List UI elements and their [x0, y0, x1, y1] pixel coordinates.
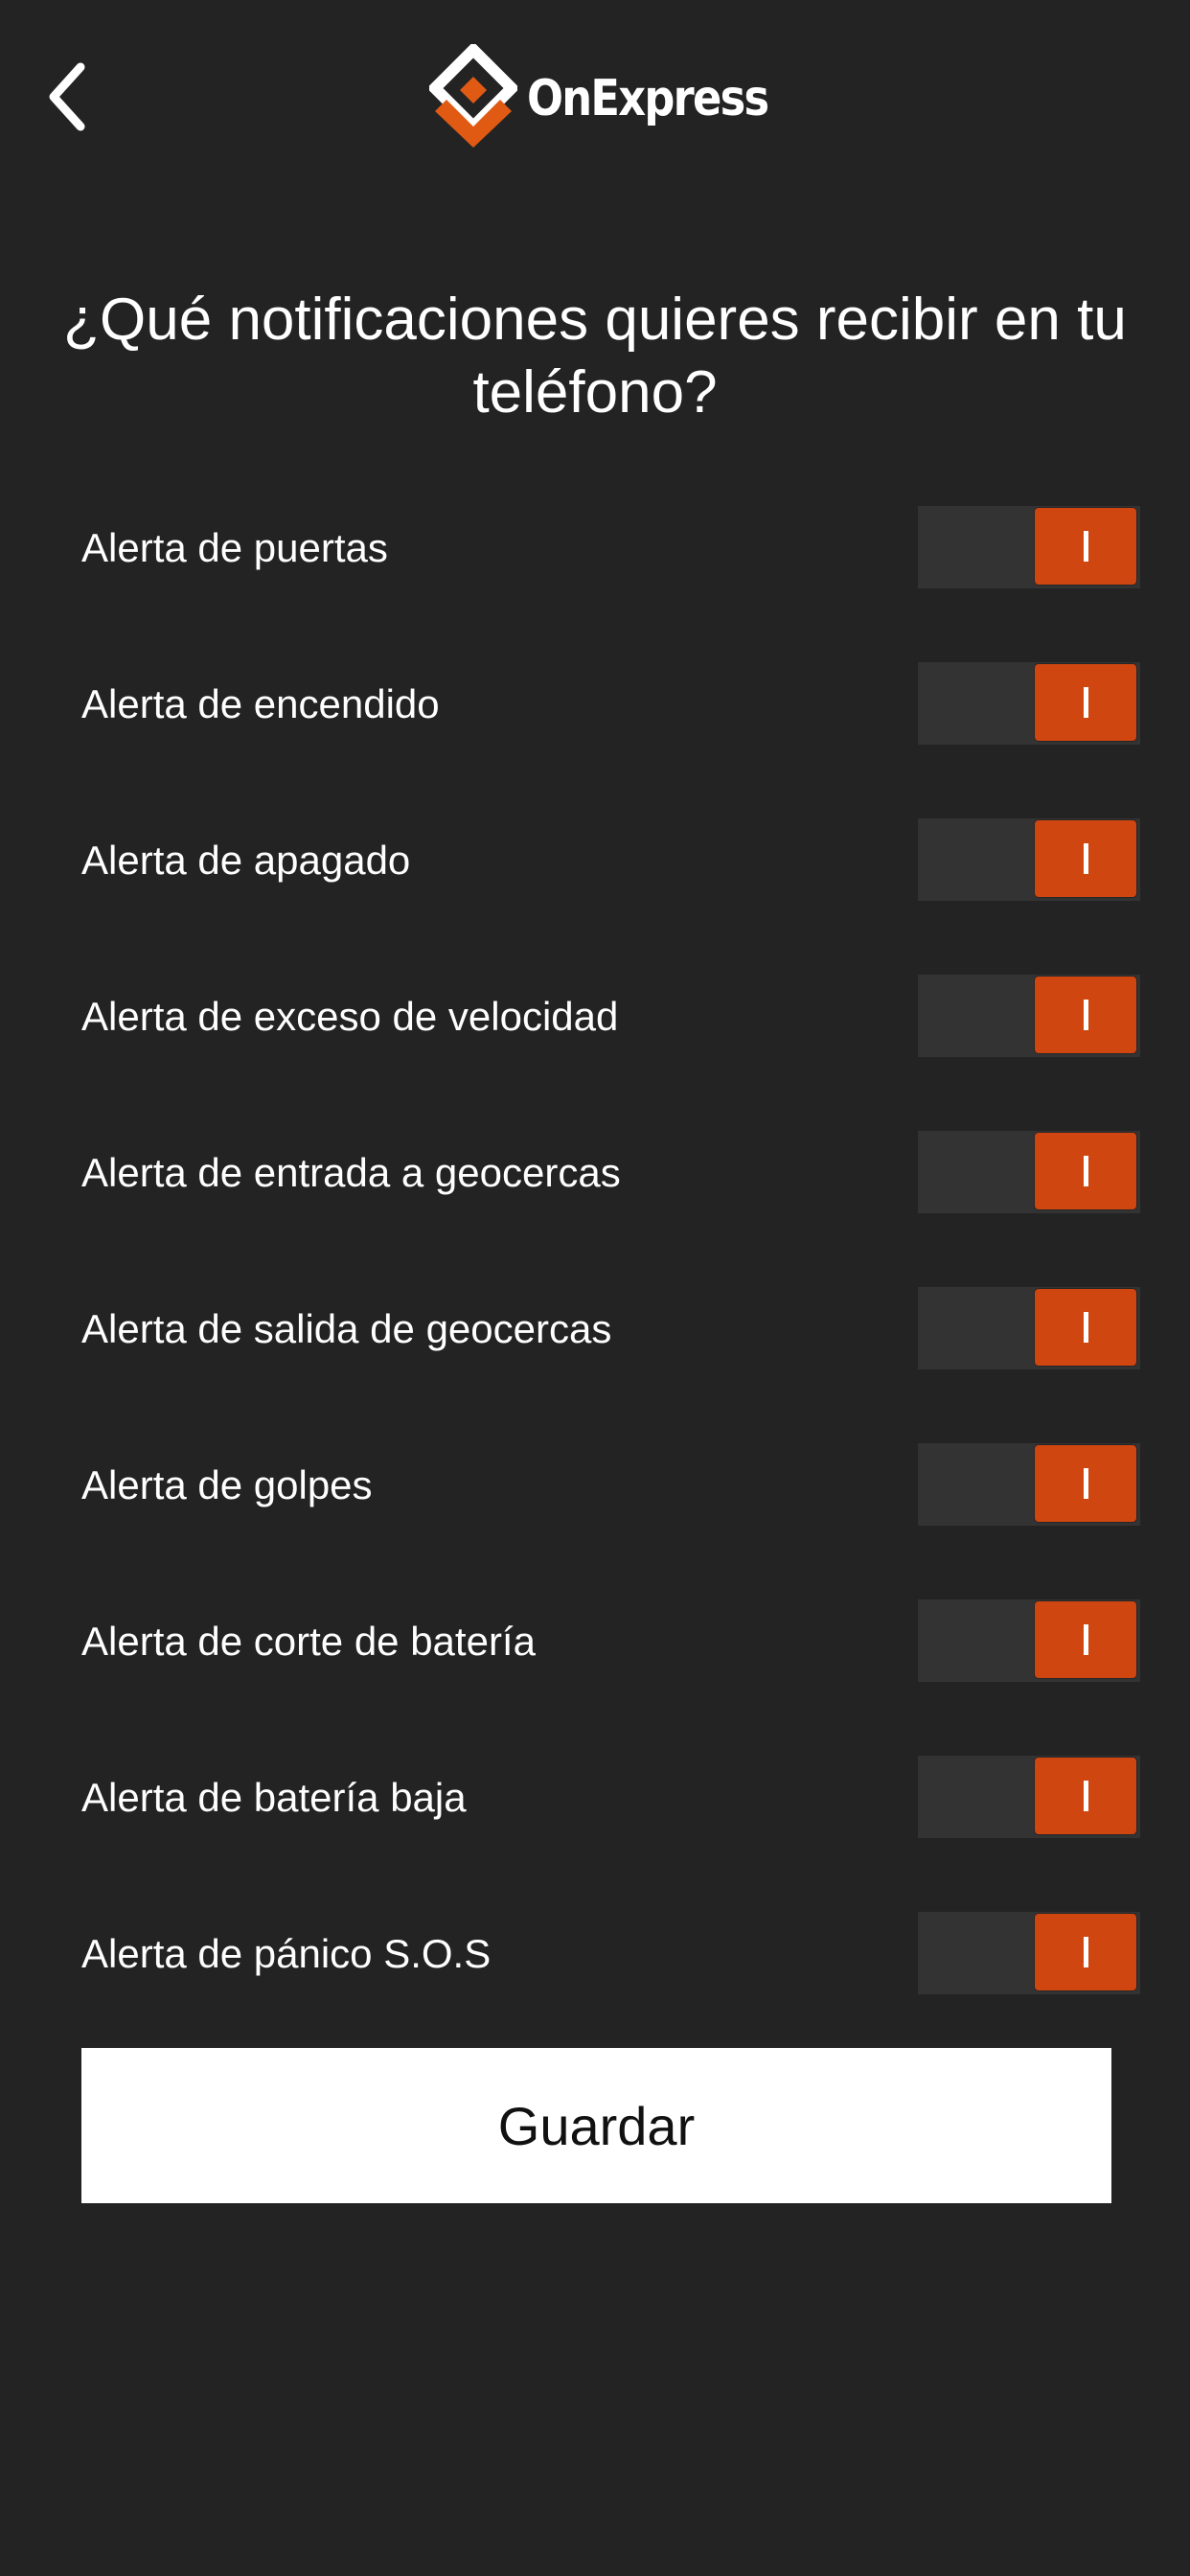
- toggle-on-icon: [1083, 531, 1088, 562]
- toggle-thumb: [1035, 1289, 1136, 1366]
- toggle-on-icon: [1083, 1312, 1088, 1343]
- toggle-on-icon: [1083, 1000, 1088, 1030]
- toggle-on-icon: [1083, 1937, 1088, 1967]
- save-button[interactable]: Guardar: [81, 2048, 1111, 2203]
- toggle-thumb: [1035, 1133, 1136, 1209]
- alert-toggle[interactable]: [918, 1599, 1140, 1682]
- alert-row: Alerta de entrada a geocercas: [0, 1131, 1190, 1215]
- alert-label: Alerta de puertas: [81, 525, 388, 570]
- alert-label: Alerta de encendido: [81, 681, 440, 726]
- page-question: ¿Qué notificaciones quieres recibir en t…: [63, 287, 1127, 426]
- alert-label: Alerta de exceso de velocidad: [81, 994, 619, 1039]
- alert-toggle[interactable]: [918, 1131, 1140, 1213]
- toggle-thumb: [1035, 1601, 1136, 1678]
- app-header: OnExpress: [0, 0, 1190, 201]
- alert-label: Alerta de batería baja: [81, 1775, 467, 1820]
- logo-mark: [429, 44, 517, 148]
- chevron-left-icon: [49, 62, 85, 131]
- toggle-thumb: [1035, 1758, 1136, 1834]
- toggle-on-icon: [1083, 687, 1088, 718]
- alert-label: Alerta de corte de batería: [81, 1619, 536, 1664]
- alert-row: Alerta de pánico S.O.S: [0, 1912, 1190, 1996]
- back-button[interactable]: [38, 56, 96, 138]
- alert-row: Alerta de golpes: [0, 1443, 1190, 1528]
- alert-row: Alerta de exceso de velocidad: [0, 975, 1190, 1059]
- toggle-on-icon: [1083, 1468, 1088, 1499]
- toggle-thumb: [1035, 1445, 1136, 1522]
- alert-toggle[interactable]: [918, 506, 1140, 588]
- alert-toggle[interactable]: [918, 1756, 1140, 1838]
- alert-row: Alerta de salida de geocercas: [0, 1287, 1190, 1371]
- toggle-on-icon: [1083, 1781, 1088, 1811]
- alert-row: Alerta de encendido: [0, 662, 1190, 747]
- toggle-on-icon: [1083, 843, 1088, 874]
- alert-toggle[interactable]: [918, 818, 1140, 901]
- alert-row: Alerta de batería baja: [0, 1756, 1190, 1840]
- alert-toggle[interactable]: [918, 1912, 1140, 1994]
- toggle-thumb: [1035, 1914, 1136, 1990]
- toggle-thumb: [1035, 508, 1136, 585]
- alert-toggle[interactable]: [918, 662, 1140, 745]
- alert-label: Alerta de pánico S.O.S: [81, 1931, 492, 1976]
- logo-text: OnExpress: [527, 70, 769, 127]
- alert-row: Alerta de apagado: [0, 818, 1190, 903]
- toggle-thumb: [1035, 820, 1136, 897]
- alert-toggle[interactable]: [918, 975, 1140, 1057]
- alert-label: Alerta de apagado: [81, 838, 411, 883]
- toggle-thumb: [1035, 977, 1136, 1053]
- onexpress-logo: OnExpress: [429, 44, 807, 150]
- alert-toggle[interactable]: [918, 1287, 1140, 1369]
- alert-label: Alerta de salida de geocercas: [81, 1306, 612, 1351]
- alert-label: Alerta de golpes: [81, 1462, 373, 1507]
- toggle-on-icon: [1083, 1624, 1088, 1655]
- alert-row: Alerta de puertas: [0, 506, 1190, 590]
- toggle-on-icon: [1083, 1156, 1088, 1186]
- alert-toggle[interactable]: [918, 1443, 1140, 1526]
- alert-label: Alerta de entrada a geocercas: [81, 1150, 621, 1195]
- alert-row: Alerta de corte de batería: [0, 1599, 1190, 1684]
- toggle-thumb: [1035, 664, 1136, 741]
